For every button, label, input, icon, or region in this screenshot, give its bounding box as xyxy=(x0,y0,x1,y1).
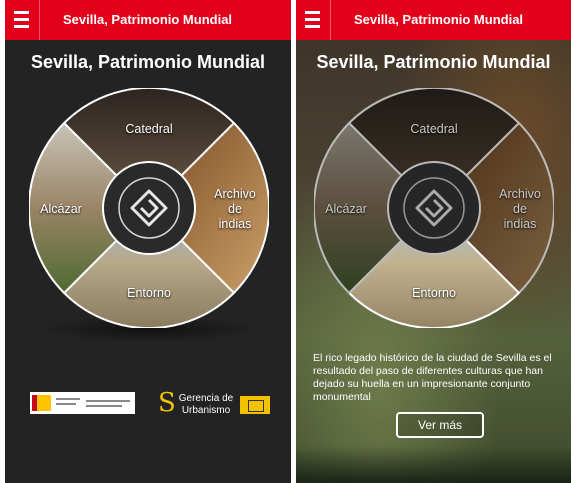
top-app-bar: Sevilla, Patrimonio Mundial xyxy=(5,0,291,40)
page-title: Sevilla, Patrimonio Mundial xyxy=(30,52,266,72)
unesco-world-heritage-icon xyxy=(387,161,481,255)
hamburger-menu-icon[interactable] xyxy=(296,0,331,40)
sector-label-archivo-line1: Archivo xyxy=(499,187,541,201)
sector-label-archivo-line2: de xyxy=(228,202,242,216)
sector-label-catedral: Catedral xyxy=(410,122,458,136)
ayuntamiento-sevilla-logo xyxy=(240,396,270,414)
gerencia-s-icon: S xyxy=(158,388,176,418)
screen-detail: Sevilla, Patrimonio Mundial Sevilla, Pat… xyxy=(296,0,571,483)
sector-label-archivo-line3: indias xyxy=(503,217,537,231)
gerencia-label-line2: Urbanismo xyxy=(181,405,231,416)
section-description: El rico legado histórico de la ciudad de… xyxy=(313,352,552,403)
sector-label-entorno: Entorno xyxy=(412,286,456,300)
gerencia-label: Gerencia de Urbanismo xyxy=(176,393,236,417)
app-bar-title: Sevilla, Patrimonio Mundial xyxy=(354,12,524,27)
sector-label-archivo: Archivo de indias xyxy=(205,187,265,232)
gobierno-espana-logo xyxy=(30,392,135,414)
sector-label-archivo-line2: de xyxy=(513,202,527,216)
sector-label-alcazar: Alcázar xyxy=(40,202,82,216)
sector-label-alcazar: Alcázar xyxy=(325,202,367,216)
screen-home: Sevilla, Patrimonio Mundial Sevilla, Pat… xyxy=(5,0,291,483)
app-bar-title: Sevilla, Patrimonio Mundial xyxy=(63,12,233,27)
sponsor-logos: S Gerencia de Urbanismo xyxy=(30,388,275,420)
ver-mas-button[interactable]: Ver más xyxy=(396,412,484,438)
sector-label-archivo-line3: indias xyxy=(218,217,252,231)
monument-wheel: Catedral Archivo de indias Entorno Alcáz… xyxy=(27,86,271,330)
top-app-bar: Sevilla, Patrimonio Mundial xyxy=(296,0,571,40)
sector-label-catedral: Catedral xyxy=(125,122,173,136)
sector-label-archivo: Archivo de indias xyxy=(490,187,550,232)
monument-wheel: Catedral Archivo de indias Entorno Alcáz… xyxy=(312,86,556,330)
sector-label-entorno: Entorno xyxy=(127,286,171,300)
gerencia-urbanismo-logo: S Gerencia de Urbanismo xyxy=(158,388,270,420)
gerencia-label-line1: Gerencia de xyxy=(178,393,234,404)
sector-label-archivo-line1: Archivo xyxy=(214,187,256,201)
page-title: Sevilla, Patrimonio Mundial xyxy=(316,52,551,72)
background-photo-fade xyxy=(296,446,571,483)
unesco-world-heritage-icon xyxy=(102,161,196,255)
hamburger-menu-icon[interactable] xyxy=(5,0,40,40)
